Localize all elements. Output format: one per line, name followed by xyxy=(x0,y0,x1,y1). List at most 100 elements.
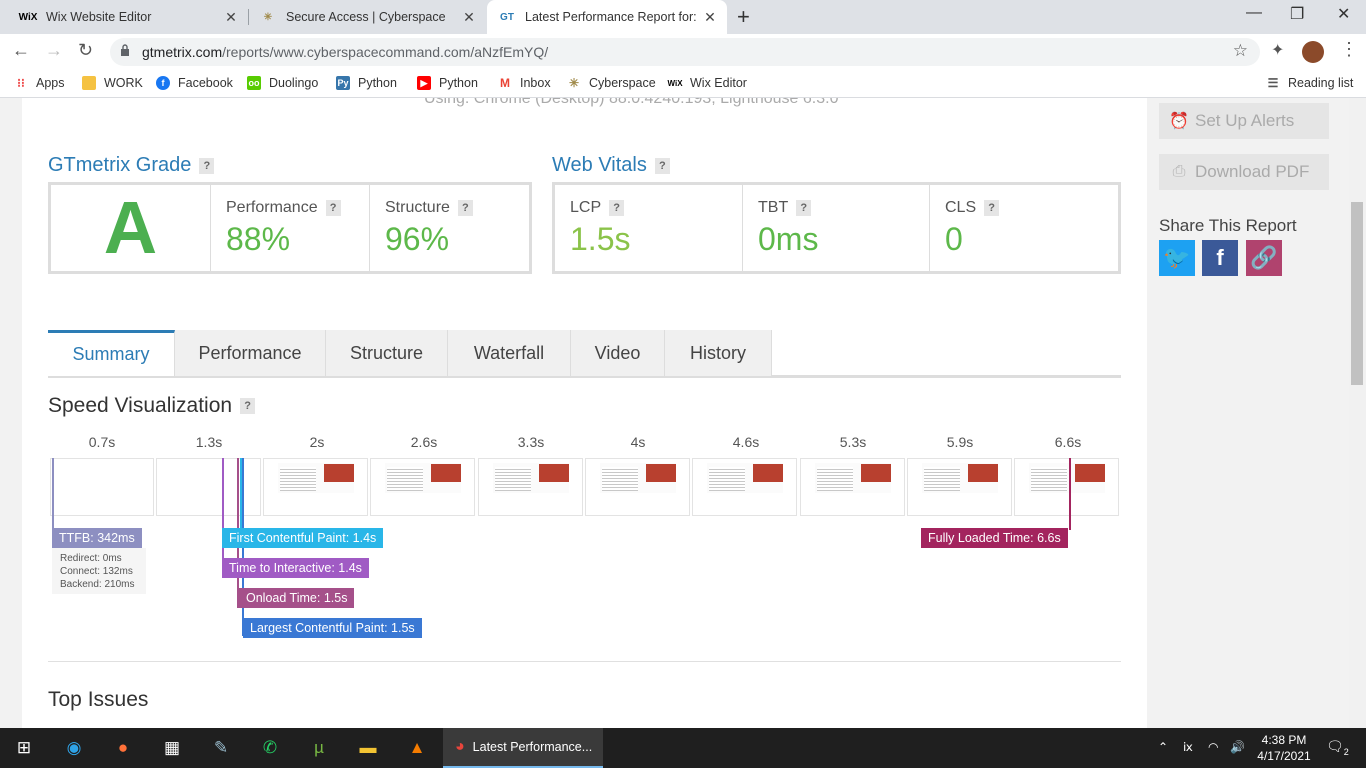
whatsapp-icon[interactable]: ✆ xyxy=(246,728,294,768)
bookmark-python-1[interactable]: Py Python xyxy=(336,76,397,90)
cyberspace-logo-icon: ✳ xyxy=(263,11,273,23)
vlc-icon[interactable]: ▲ xyxy=(393,728,441,768)
browser-tab-strip: WiX Wix Website Editor ✕ ✳ Secure Access… xyxy=(0,0,1366,34)
close-tab-icon[interactable]: ✕ xyxy=(460,9,478,26)
wifi-icon[interactable]: ◠ xyxy=(1208,740,1218,754)
close-tab-icon[interactable]: ✕ xyxy=(701,9,719,26)
page-scrollbar[interactable] xyxy=(1349,98,1366,728)
using-text: Using: Chrome (Desktop) 88.0.4240.193, L… xyxy=(424,98,839,107)
tab-structure[interactable]: Structure xyxy=(326,330,448,376)
tab-gtmetrix-report[interactable]: GT Latest Performance Report for: ht ✕ xyxy=(487,0,727,34)
utorrent-icon[interactable]: µ xyxy=(295,728,343,768)
bookmark-python-2[interactable]: ▶ Python xyxy=(417,76,478,90)
input-method-icon[interactable]: ⅸ xyxy=(1183,740,1193,754)
help-icon[interactable]: ? xyxy=(199,157,215,174)
link-share-icon[interactable]: 🔗 xyxy=(1246,240,1282,276)
help-icon[interactable]: ? xyxy=(609,199,625,216)
bookmark-inbox[interactable]: M Inbox xyxy=(498,76,551,90)
filmstrip-frame[interactable] xyxy=(692,458,797,516)
set-up-alerts-button[interactable]: ⏰ Set Up Alerts xyxy=(1159,103,1329,139)
volume-icon[interactable]: 🔊 xyxy=(1230,740,1245,754)
tab-performance[interactable]: Performance xyxy=(175,330,326,376)
filmstrip-frame[interactable] xyxy=(907,458,1012,516)
reading-list[interactable]: ☰ Reading list xyxy=(1266,76,1354,90)
download-pdf-button[interactable]: ⎙ Download PDF xyxy=(1159,154,1329,190)
folder-icon xyxy=(82,76,96,90)
filmstrip-frame[interactable] xyxy=(263,458,368,516)
avatar[interactable] xyxy=(1302,41,1324,63)
facebook-share-icon[interactable]: f xyxy=(1202,240,1238,276)
firefox-icon[interactable]: ● xyxy=(99,728,147,768)
help-icon[interactable]: ? xyxy=(325,199,341,216)
pdf-label: Download PDF xyxy=(1195,162,1310,181)
filmstrip-frame[interactable] xyxy=(585,458,690,516)
twitter-share-icon[interactable]: 🐦 xyxy=(1159,240,1195,276)
back-icon[interactable]: ← xyxy=(12,40,30,61)
gtmetrix-logo-icon: GT xyxy=(500,11,514,23)
ttfb-label: TTFB: 342ms xyxy=(52,528,142,548)
close-tab-icon[interactable]: ✕ xyxy=(222,9,240,26)
help-icon[interactable]: ? xyxy=(796,199,812,216)
reading-list-icon: ☰ xyxy=(1267,76,1279,90)
bookmark-wix-editor[interactable]: WiX Wix Editor xyxy=(667,76,746,90)
timeline-tick: 5.9s xyxy=(946,434,974,450)
system-clock[interactable]: 4:38 PM 4/17/2021 xyxy=(1256,732,1312,764)
extensions-icon[interactable]: ✦ xyxy=(1271,40,1284,60)
forward-icon[interactable]: → xyxy=(45,40,63,61)
bookmark-apps[interactable]: ⁝⁝ Apps xyxy=(14,76,64,90)
help-icon[interactable]: ? xyxy=(984,199,1000,216)
tab-summary[interactable]: Summary xyxy=(48,330,175,376)
tab-wix-editor[interactable]: WiX Wix Website Editor ✕ xyxy=(8,0,248,34)
alarm-icon: ⏰ xyxy=(1169,113,1189,130)
tab-video[interactable]: Video xyxy=(571,330,665,376)
close-window-icon[interactable]: ✕ xyxy=(1337,4,1350,24)
bookmark-label: Inbox xyxy=(520,76,551,90)
calculator-icon[interactable]: ▦ xyxy=(148,728,196,768)
new-tab-icon[interactable]: + xyxy=(737,4,750,30)
apps-grid-icon: ⁝⁝ xyxy=(17,76,25,90)
scrollbar-thumb[interactable] xyxy=(1351,202,1363,385)
bookmark-facebook[interactable]: f Facebook xyxy=(156,76,233,90)
minimize-icon[interactable]: — xyxy=(1246,4,1262,22)
gmail-icon: M xyxy=(500,76,510,90)
address-bar[interactable]: gtmetrix.com/reports/www.cyberspacecomma… xyxy=(110,38,1260,66)
maximize-icon[interactable]: ❐ xyxy=(1290,4,1304,24)
bookmark-work[interactable]: WORK xyxy=(82,76,143,90)
tab-history[interactable]: History xyxy=(665,330,772,376)
tab-title: Wix Website Editor xyxy=(46,10,152,24)
speed-visualization-heading: Speed Visualization? xyxy=(48,394,256,418)
bookmark-duolingo[interactable]: oo Duolingo xyxy=(247,76,318,90)
bookmark-cyberspace[interactable]: ✳ Cyberspace xyxy=(567,76,656,90)
filmstrip-frame[interactable] xyxy=(800,458,905,516)
web-vitals-panel: LCP? 1.5s TBT? 0ms CLS? 0 xyxy=(552,182,1121,274)
structure-label: Structure xyxy=(385,199,450,216)
filmstrip-frame[interactable] xyxy=(1014,458,1119,516)
windows-start-icon[interactable]: ⊞ xyxy=(0,728,48,768)
reload-icon[interactable]: ↻ xyxy=(78,40,93,61)
tab-title: Latest Performance Report for: ht xyxy=(525,10,701,24)
notifications-icon[interactable]: 🗨2 xyxy=(1326,738,1349,757)
report-content: Using: Chrome (Desktop) 88.0.4240.193, L… xyxy=(22,98,1147,728)
bookmark-star-icon[interactable]: ☆ xyxy=(1233,41,1248,61)
edge-icon[interactable]: ◉ xyxy=(50,728,98,768)
paint-icon[interactable]: ✎ xyxy=(197,728,245,768)
file-explorer-icon[interactable]: ▬ xyxy=(344,728,392,768)
url-domain: gtmetrix.com xyxy=(142,44,223,60)
tray-chevron-icon[interactable]: ⌃ xyxy=(1158,740,1168,754)
filmstrip-frame[interactable] xyxy=(478,458,583,516)
help-icon[interactable]: ? xyxy=(240,398,256,415)
cls-metric: CLS? 0 xyxy=(930,185,1118,271)
tab-waterfall[interactable]: Waterfall xyxy=(448,330,571,376)
help-icon[interactable]: ? xyxy=(654,157,670,174)
timeline-tick: 5.3s xyxy=(839,434,867,450)
page-screenshot-thumbnail xyxy=(600,463,676,493)
chrome-taskbar-button[interactable]: ◕ Latest Performance... xyxy=(443,728,603,768)
grade-title: GTmetrix Grade xyxy=(48,154,192,176)
filmstrip-frame-blank[interactable] xyxy=(156,458,261,516)
help-icon[interactable]: ? xyxy=(457,199,473,216)
filmstrip-frame[interactable] xyxy=(370,458,475,516)
menu-icon[interactable]: ⋮ xyxy=(1340,39,1358,60)
bookmark-label: Python xyxy=(358,76,397,90)
filmstrip-frame-blank[interactable] xyxy=(50,458,154,516)
tab-cyberspace[interactable]: ✳ Secure Access | Cyberspace ✕ xyxy=(248,0,486,34)
